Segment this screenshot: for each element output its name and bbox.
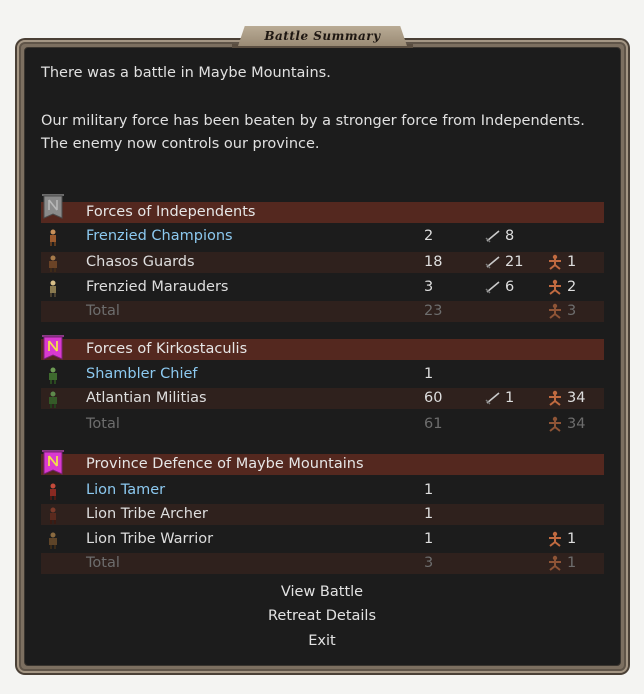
unit-name: Atlantian Militias [86,390,207,406]
losses-value: 1 [567,254,577,270]
kills-value: 21 [505,254,524,270]
battle-outcome-text: Our military force has been beaten by a … [41,112,585,153]
grey-banner-icon [42,194,64,219]
unit-count: 2 [424,228,434,244]
battle-description: There was a battle in Maybe Mountains. O… [41,62,601,157]
unit-row[interactable]: Frenzied Marauders 3 6 2 [41,277,604,298]
sword-icon [485,392,500,405]
unit-losses: 2 [546,279,576,295]
kills-value: 1 [505,390,515,406]
unit-name: Lion Tamer [86,482,166,498]
sword-icon [485,230,500,243]
unit-kills: 1 [484,390,514,406]
unit-name: Shambler Chief [86,366,198,382]
total-count: 3 [424,555,434,571]
unit-row[interactable]: Chasos Guards 18 21 1 [41,252,604,273]
exit-button[interactable]: Exit [0,633,644,649]
losses-value: 3 [567,303,577,319]
total-label: Total [86,555,120,571]
losses-value: 1 [567,555,577,571]
view-battle-button[interactable]: View Battle [0,584,644,600]
fallen-soldier-icon [549,531,561,547]
total-count: 61 [424,416,443,432]
total-label: Total [86,303,120,319]
unit-name: Lion Tribe Archer [86,506,208,522]
unit-name: Lion Tribe Warrior [86,531,214,547]
lion-archer-unit-icon [50,507,56,524]
section-title: Forces of Kirkostaculis [86,341,248,357]
unit-count: 1 [424,482,434,498]
unit-count: 3 [424,279,434,295]
fallen-soldier-icon [549,390,561,406]
total-losses: 3 [546,303,576,319]
total-count: 23 [424,303,443,319]
unit-losses: 1 [546,531,576,547]
section-header-kirkostaculis: Forces of Kirkostaculis [41,339,604,360]
sword-icon [485,281,500,294]
unit-row[interactable]: Frenzied Champions 2 8 [41,226,604,247]
unit-row[interactable]: Lion Tribe Archer 1 [41,504,604,525]
unit-losses: 34 [546,390,585,406]
unit-name: Chasos Guards [86,254,195,270]
magenta-banner-icon [42,450,64,475]
unit-kills: 8 [484,228,514,244]
unit-row[interactable]: Lion Tribe Warrior 1 1 [41,529,604,550]
lion-tamer-unit-icon [50,483,56,500]
section-header-independents: Forces of Independents [41,202,604,223]
unit-row[interactable]: Shambler Chief 1 [41,364,604,385]
losses-value: 1 [567,531,577,547]
unit-name: Frenzied Marauders [86,279,229,295]
champion-unit-icon [50,229,56,246]
total-label: Total [86,416,120,432]
section-title: Forces of Independents [86,204,256,220]
unit-count: 1 [424,506,434,522]
window-title: Battle Summary [264,29,381,43]
losses-value: 34 [567,390,586,406]
fallen-soldier-icon [549,303,561,319]
lion-warrior-unit-icon [49,532,57,549]
total-row: Total 61 34 [41,414,604,435]
fallen-soldier-icon [549,416,561,432]
kills-value: 8 [505,228,515,244]
guard-unit-icon [49,255,57,272]
unit-kills: 21 [484,254,523,270]
sword-icon [485,256,500,269]
total-row: Total 23 3 [41,301,604,322]
section-title: Province Defence of Maybe Mountains [86,456,364,472]
losses-value: 2 [567,279,577,295]
total-row: Total 3 1 [41,553,604,574]
unit-kills: 6 [484,279,514,295]
marauder-unit-icon [50,280,56,297]
total-losses: 34 [546,416,585,432]
unit-count: 18 [424,254,443,270]
unit-losses: 1 [546,254,576,270]
battle-location-text: There was a battle in Maybe Mountains. [41,65,331,81]
retreat-details-button[interactable]: Retreat Details [0,608,644,624]
section-header-province-defence: Province Defence of Maybe Mountains [41,454,604,475]
unit-name: Frenzied Champions [86,228,233,244]
title-plaque: Battle Summary [238,26,407,46]
militia-unit-icon [49,391,57,408]
total-losses: 1 [546,555,576,571]
fallen-soldier-icon [549,555,561,571]
losses-value: 34 [567,416,586,432]
shambler-unit-icon [49,367,57,384]
unit-count: 1 [424,366,434,382]
unit-row[interactable]: Atlantian Militias 60 1 34 [41,388,604,409]
unit-count: 60 [424,390,443,406]
kills-value: 6 [505,279,515,295]
fallen-soldier-icon [549,279,561,295]
magenta-banner-icon [42,335,64,360]
fallen-soldier-icon [549,254,561,270]
unit-count: 1 [424,531,434,547]
unit-row[interactable]: Lion Tamer 1 [41,480,604,501]
